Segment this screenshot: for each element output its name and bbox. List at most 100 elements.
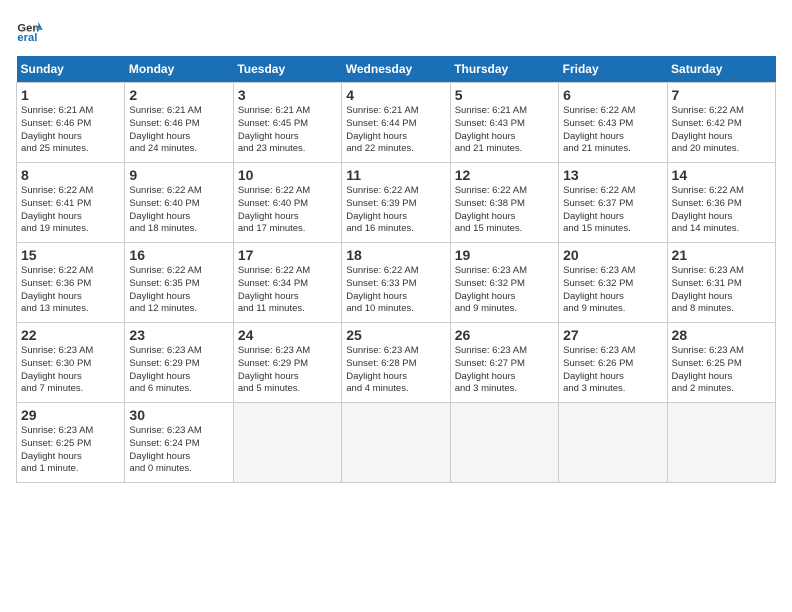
calendar-cell: 27 Sunrise: 6:23 AMSunset: 6:26 PMDaylig… bbox=[559, 323, 667, 403]
day-header: Tuesday bbox=[233, 56, 341, 83]
calendar-cell: 15 Sunrise: 6:22 AMSunset: 6:36 PMDaylig… bbox=[17, 243, 125, 323]
day-number: 3 bbox=[238, 87, 337, 103]
logo-icon: Gen eral bbox=[16, 16, 44, 44]
calendar-cell: 21 Sunrise: 6:23 AMSunset: 6:31 PMDaylig… bbox=[667, 243, 775, 323]
logo: Gen eral bbox=[16, 16, 48, 44]
calendar-cell: 2 Sunrise: 6:21 AMSunset: 6:46 PMDayligh… bbox=[125, 83, 233, 163]
calendar-week: 22 Sunrise: 6:23 AMSunset: 6:30 PMDaylig… bbox=[17, 323, 776, 403]
day-number: 26 bbox=[455, 327, 554, 343]
day-header: Wednesday bbox=[342, 56, 450, 83]
calendar-cell: 14 Sunrise: 6:22 AMSunset: 6:36 PMDaylig… bbox=[667, 163, 775, 243]
day-number: 15 bbox=[21, 247, 120, 263]
cell-info: Sunrise: 6:22 AMSunset: 6:42 PMDaylight … bbox=[672, 105, 744, 154]
cell-info: Sunrise: 6:21 AMSunset: 6:46 PMDaylight … bbox=[129, 105, 201, 154]
cell-info: Sunrise: 6:22 AMSunset: 6:36 PMDaylight … bbox=[21, 265, 93, 314]
day-number: 25 bbox=[346, 327, 445, 343]
day-header: Thursday bbox=[450, 56, 558, 83]
calendar-cell: 1 Sunrise: 6:21 AMSunset: 6:46 PMDayligh… bbox=[17, 83, 125, 163]
day-header: Saturday bbox=[667, 56, 775, 83]
cell-info: Sunrise: 6:23 AMSunset: 6:30 PMDaylight … bbox=[21, 345, 93, 394]
cell-info: Sunrise: 6:23 AMSunset: 6:29 PMDaylight … bbox=[238, 345, 310, 394]
calendar-week: 8 Sunrise: 6:22 AMSunset: 6:41 PMDayligh… bbox=[17, 163, 776, 243]
day-header: Monday bbox=[125, 56, 233, 83]
calendar-cell: 10 Sunrise: 6:22 AMSunset: 6:40 PMDaylig… bbox=[233, 163, 341, 243]
cell-info: Sunrise: 6:22 AMSunset: 6:35 PMDaylight … bbox=[129, 265, 201, 314]
cell-info: Sunrise: 6:21 AMSunset: 6:46 PMDaylight … bbox=[21, 105, 93, 154]
cell-info: Sunrise: 6:21 AMSunset: 6:43 PMDaylight … bbox=[455, 105, 527, 154]
cell-info: Sunrise: 6:21 AMSunset: 6:45 PMDaylight … bbox=[238, 105, 310, 154]
day-number: 8 bbox=[21, 167, 120, 183]
day-number: 22 bbox=[21, 327, 120, 343]
calendar-cell: 22 Sunrise: 6:23 AMSunset: 6:30 PMDaylig… bbox=[17, 323, 125, 403]
day-number: 12 bbox=[455, 167, 554, 183]
cell-info: Sunrise: 6:23 AMSunset: 6:27 PMDaylight … bbox=[455, 345, 527, 394]
calendar-cell bbox=[450, 403, 558, 483]
cell-info: Sunrise: 6:23 AMSunset: 6:25 PMDaylight … bbox=[21, 425, 93, 474]
day-header: Friday bbox=[559, 56, 667, 83]
calendar-cell bbox=[559, 403, 667, 483]
cell-info: Sunrise: 6:23 AMSunset: 6:25 PMDaylight … bbox=[672, 345, 744, 394]
calendar-cell: 8 Sunrise: 6:22 AMSunset: 6:41 PMDayligh… bbox=[17, 163, 125, 243]
day-number: 13 bbox=[563, 167, 662, 183]
cell-info: Sunrise: 6:21 AMSunset: 6:44 PMDaylight … bbox=[346, 105, 418, 154]
cell-info: Sunrise: 6:23 AMSunset: 6:28 PMDaylight … bbox=[346, 345, 418, 394]
day-header: Sunday bbox=[17, 56, 125, 83]
calendar-cell: 4 Sunrise: 6:21 AMSunset: 6:44 PMDayligh… bbox=[342, 83, 450, 163]
day-number: 21 bbox=[672, 247, 771, 263]
calendar-week: 29 Sunrise: 6:23 AMSunset: 6:25 PMDaylig… bbox=[17, 403, 776, 483]
cell-info: Sunrise: 6:22 AMSunset: 6:41 PMDaylight … bbox=[21, 185, 93, 234]
day-number: 23 bbox=[129, 327, 228, 343]
calendar-cell: 19 Sunrise: 6:23 AMSunset: 6:32 PMDaylig… bbox=[450, 243, 558, 323]
day-number: 16 bbox=[129, 247, 228, 263]
calendar-cell: 6 Sunrise: 6:22 AMSunset: 6:43 PMDayligh… bbox=[559, 83, 667, 163]
cell-info: Sunrise: 6:23 AMSunset: 6:31 PMDaylight … bbox=[672, 265, 744, 314]
day-number: 5 bbox=[455, 87, 554, 103]
cell-info: Sunrise: 6:22 AMSunset: 6:40 PMDaylight … bbox=[129, 185, 201, 234]
calendar-cell: 26 Sunrise: 6:23 AMSunset: 6:27 PMDaylig… bbox=[450, 323, 558, 403]
calendar-week: 15 Sunrise: 6:22 AMSunset: 6:36 PMDaylig… bbox=[17, 243, 776, 323]
calendar-cell: 18 Sunrise: 6:22 AMSunset: 6:33 PMDaylig… bbox=[342, 243, 450, 323]
cell-info: Sunrise: 6:23 AMSunset: 6:24 PMDaylight … bbox=[129, 425, 201, 474]
calendar-cell: 3 Sunrise: 6:21 AMSunset: 6:45 PMDayligh… bbox=[233, 83, 341, 163]
cell-info: Sunrise: 6:23 AMSunset: 6:32 PMDaylight … bbox=[563, 265, 635, 314]
calendar-cell: 11 Sunrise: 6:22 AMSunset: 6:39 PMDaylig… bbox=[342, 163, 450, 243]
day-number: 24 bbox=[238, 327, 337, 343]
day-number: 17 bbox=[238, 247, 337, 263]
calendar-cell: 23 Sunrise: 6:23 AMSunset: 6:29 PMDaylig… bbox=[125, 323, 233, 403]
day-number: 11 bbox=[346, 167, 445, 183]
day-number: 4 bbox=[346, 87, 445, 103]
day-number: 6 bbox=[563, 87, 662, 103]
day-number: 28 bbox=[672, 327, 771, 343]
calendar-cell bbox=[667, 403, 775, 483]
cell-info: Sunrise: 6:22 AMSunset: 6:33 PMDaylight … bbox=[346, 265, 418, 314]
calendar-cell: 25 Sunrise: 6:23 AMSunset: 6:28 PMDaylig… bbox=[342, 323, 450, 403]
calendar-cell: 24 Sunrise: 6:23 AMSunset: 6:29 PMDaylig… bbox=[233, 323, 341, 403]
day-number: 7 bbox=[672, 87, 771, 103]
day-number: 9 bbox=[129, 167, 228, 183]
calendar-cell: 12 Sunrise: 6:22 AMSunset: 6:38 PMDaylig… bbox=[450, 163, 558, 243]
day-number: 20 bbox=[563, 247, 662, 263]
day-number: 1 bbox=[21, 87, 120, 103]
day-number: 29 bbox=[21, 407, 120, 423]
cell-info: Sunrise: 6:22 AMSunset: 6:43 PMDaylight … bbox=[563, 105, 635, 154]
calendar-table: SundayMondayTuesdayWednesdayThursdayFrid… bbox=[16, 56, 776, 483]
calendar-cell: 17 Sunrise: 6:22 AMSunset: 6:34 PMDaylig… bbox=[233, 243, 341, 323]
day-number: 27 bbox=[563, 327, 662, 343]
cell-info: Sunrise: 6:23 AMSunset: 6:29 PMDaylight … bbox=[129, 345, 201, 394]
day-number: 14 bbox=[672, 167, 771, 183]
calendar-cell: 28 Sunrise: 6:23 AMSunset: 6:25 PMDaylig… bbox=[667, 323, 775, 403]
calendar-cell: 5 Sunrise: 6:21 AMSunset: 6:43 PMDayligh… bbox=[450, 83, 558, 163]
calendar-cell: 30 Sunrise: 6:23 AMSunset: 6:24 PMDaylig… bbox=[125, 403, 233, 483]
day-number: 19 bbox=[455, 247, 554, 263]
calendar-cell: 13 Sunrise: 6:22 AMSunset: 6:37 PMDaylig… bbox=[559, 163, 667, 243]
calendar-cell: 20 Sunrise: 6:23 AMSunset: 6:32 PMDaylig… bbox=[559, 243, 667, 323]
calendar-cell bbox=[342, 403, 450, 483]
calendar-cell: 29 Sunrise: 6:23 AMSunset: 6:25 PMDaylig… bbox=[17, 403, 125, 483]
cell-info: Sunrise: 6:22 AMSunset: 6:37 PMDaylight … bbox=[563, 185, 635, 234]
day-number: 10 bbox=[238, 167, 337, 183]
svg-text:eral: eral bbox=[17, 32, 37, 44]
cell-info: Sunrise: 6:22 AMSunset: 6:34 PMDaylight … bbox=[238, 265, 310, 314]
cell-info: Sunrise: 6:22 AMSunset: 6:38 PMDaylight … bbox=[455, 185, 527, 234]
cell-info: Sunrise: 6:23 AMSunset: 6:32 PMDaylight … bbox=[455, 265, 527, 314]
header-row: SundayMondayTuesdayWednesdayThursdayFrid… bbox=[17, 56, 776, 83]
